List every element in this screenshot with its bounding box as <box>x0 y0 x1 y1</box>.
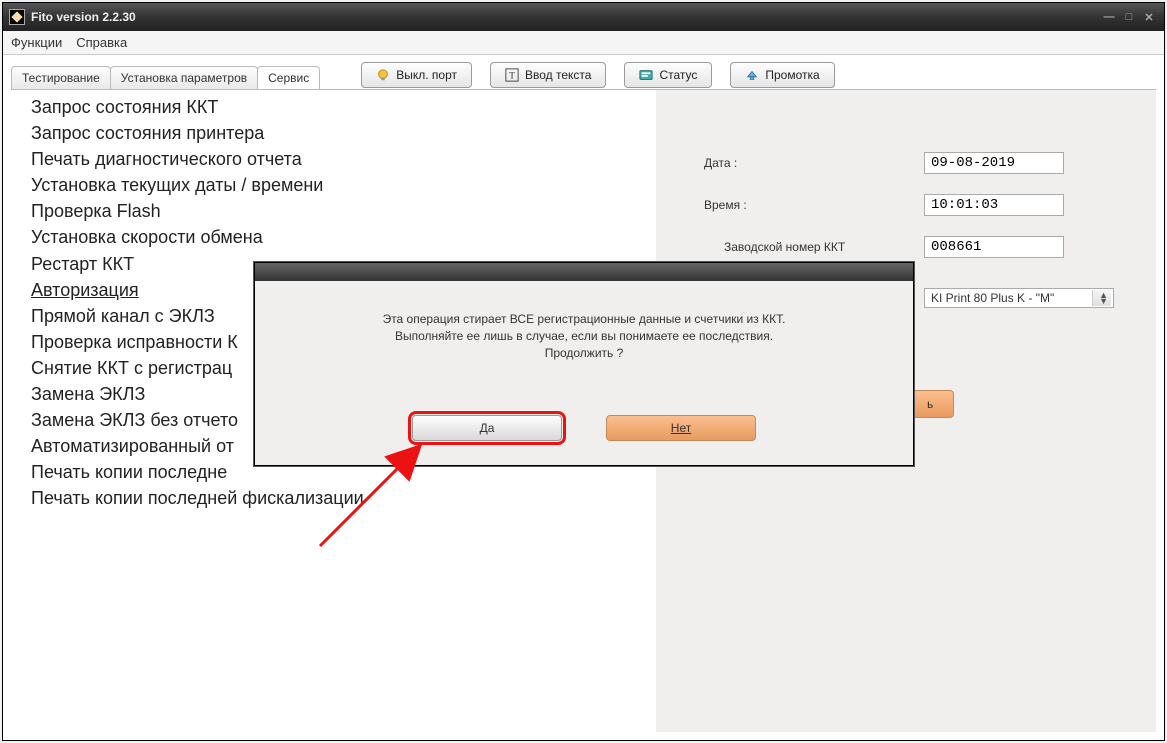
list-item[interactable]: Проверка Flash <box>31 198 656 224</box>
app-icon <box>9 9 25 25</box>
list-item[interactable]: Запрос состояния принтера <box>31 120 656 146</box>
date-label: Дата : <box>674 156 924 170</box>
confirm-dialog: Эта операция стирает ВСЕ регистрационные… <box>254 262 914 466</box>
dialog-body: Эта операция стирает ВСЕ регистрационные… <box>255 281 913 465</box>
time-label: Время : <box>674 198 924 212</box>
close-button[interactable]: ✕ <box>1140 10 1158 24</box>
serial-label: Заводской номер ККТ <box>674 240 924 254</box>
minimize-button[interactable]: — <box>1100 10 1118 24</box>
list-item[interactable]: Установка скорости обмена <box>31 224 656 250</box>
tab-service[interactable]: Сервис <box>257 66 320 89</box>
model-spinner[interactable]: KI Print 80 Plus K - "М" ▲ ▼ <box>924 288 1114 308</box>
list-item[interactable]: Печать копии последней фискализации <box>31 485 656 511</box>
maximize-button[interactable]: □ <box>1120 10 1138 24</box>
serial-input[interactable] <box>924 236 1064 258</box>
bulb-icon <box>376 68 390 82</box>
enter-text-button[interactable]: T Ввод текста <box>490 62 606 88</box>
feed-button[interactable]: Промотка <box>730 62 834 88</box>
svg-text:T: T <box>509 71 515 82</box>
dialog-yes-button[interactable]: Да <box>412 415 562 441</box>
window-title: Fito version 2.2.30 <box>31 10 136 24</box>
feed-icon <box>745 68 759 82</box>
dialog-titlebar <box>255 263 913 281</box>
menu-help[interactable]: Справка <box>76 35 127 50</box>
list-item[interactable]: Установка текущих даты / времени <box>31 172 656 198</box>
status-icon <box>639 68 653 82</box>
dialog-text-3: Продолжить ? <box>275 345 893 362</box>
menu-functions[interactable]: Функции <box>11 35 62 50</box>
list-item[interactable]: Запрос состояния ККТ <box>31 94 656 120</box>
text-t-icon: T <box>505 68 519 82</box>
menubar: Функции Справка <box>3 31 1164 55</box>
port-off-button[interactable]: Выкл. порт <box>361 62 472 88</box>
tab-params[interactable]: Установка параметров <box>110 66 258 89</box>
time-input[interactable] <box>924 194 1064 216</box>
titlebar: Fito version 2.2.30 — □ ✕ <box>3 3 1164 31</box>
tab-testing[interactable]: Тестирование <box>11 66 111 89</box>
status-button[interactable]: Статус <box>624 62 712 88</box>
dialog-no-button[interactable]: Нет <box>606 415 756 441</box>
dialog-text-1: Эта операция стирает ВСЕ регистрационные… <box>275 311 893 328</box>
date-input[interactable] <box>924 152 1064 174</box>
dialog-text-2: Выполняйте ее лишь в случае, если вы пон… <box>275 328 893 345</box>
spin-down-icon[interactable]: ▼ <box>1099 296 1108 306</box>
toolbar-row: Тестирование Установка параметров Сервис… <box>3 55 1164 89</box>
list-item[interactable]: Печать диагностического отчета <box>31 146 656 172</box>
tab-strip: Тестирование Установка параметров Сервис <box>11 61 319 89</box>
